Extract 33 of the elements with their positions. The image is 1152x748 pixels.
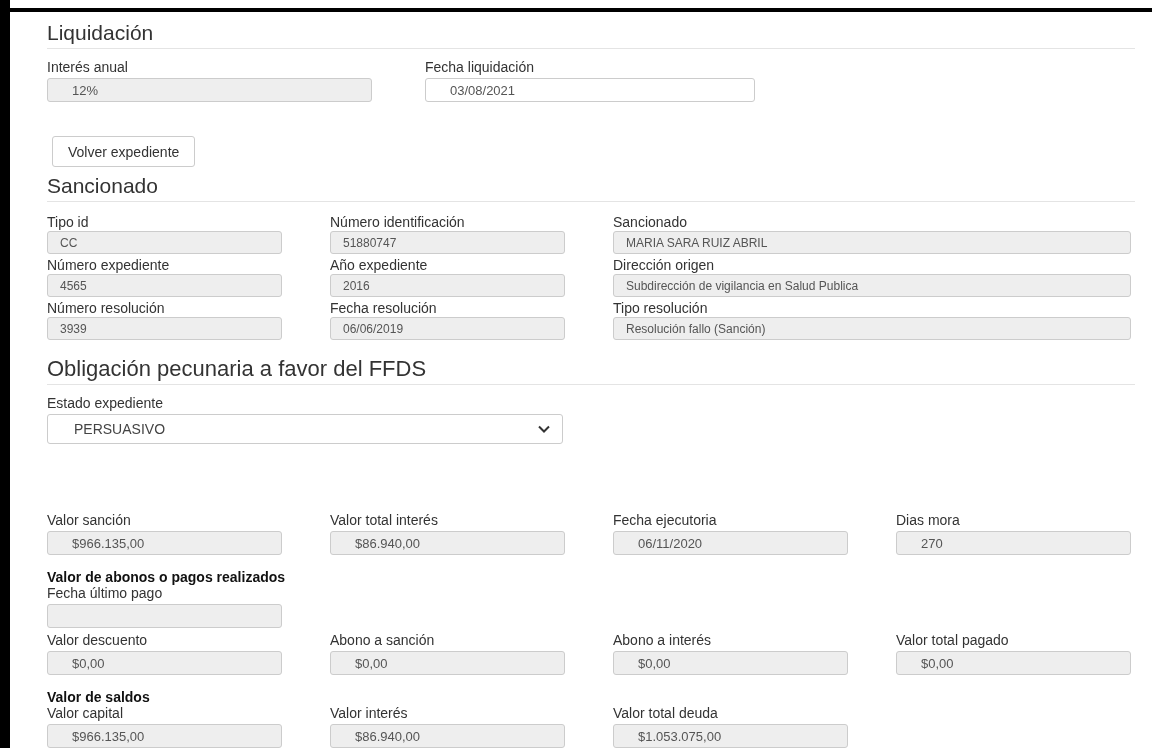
section-heading: Sancionado	[47, 173, 159, 199]
field-label: Valor descuento	[47, 632, 149, 648]
field-label: Año expediente	[330, 257, 429, 273]
field-label: Tipo id	[47, 214, 90, 230]
field-label: Abono a sanción	[330, 632, 436, 648]
field-label: Fecha resolución	[330, 300, 438, 316]
field-label: Número expediente	[47, 257, 171, 273]
field-label: Dirección origen	[613, 257, 716, 273]
field-label: Tipo resolución	[613, 300, 709, 316]
section-heading: Obligación pecunaria a favor del FFDS	[47, 355, 428, 383]
section-heading: Liquidación	[47, 20, 155, 46]
field-label: Estado expediente	[47, 395, 164, 411]
field-label: Interés anual	[47, 59, 129, 75]
field-label: Fecha último pago	[47, 585, 164, 601]
input-field[interactable]: 03/08/2021	[425, 78, 755, 102]
field-label: Fecha ejecutoria	[613, 512, 718, 528]
group-heading: Valor de saldos	[47, 689, 151, 705]
back-button[interactable]: Volver expediente	[52, 136, 196, 167]
field-label: Número identificación	[330, 214, 466, 230]
field-label: Fecha liquidación	[425, 59, 535, 75]
group-heading: Valor de abonos o pagos realizados	[47, 569, 287, 585]
field-label: Valor total deuda	[613, 705, 719, 721]
field-label: Valor interés	[330, 705, 409, 721]
status-dropdown[interactable]: PERSUASIVO	[47, 414, 563, 444]
field-label: Número resolución	[47, 300, 166, 316]
field-label: Dias mora	[896, 512, 961, 528]
field-label: Valor total interés	[330, 512, 439, 528]
field-label: Sancionado	[613, 214, 688, 230]
field-label: Valor total pagado	[896, 632, 1010, 648]
field-label: Abono a interés	[613, 632, 713, 648]
field-label: Valor capital	[47, 705, 124, 721]
chevron-down-icon	[538, 425, 550, 433]
field-label: Valor sanción	[47, 512, 132, 528]
